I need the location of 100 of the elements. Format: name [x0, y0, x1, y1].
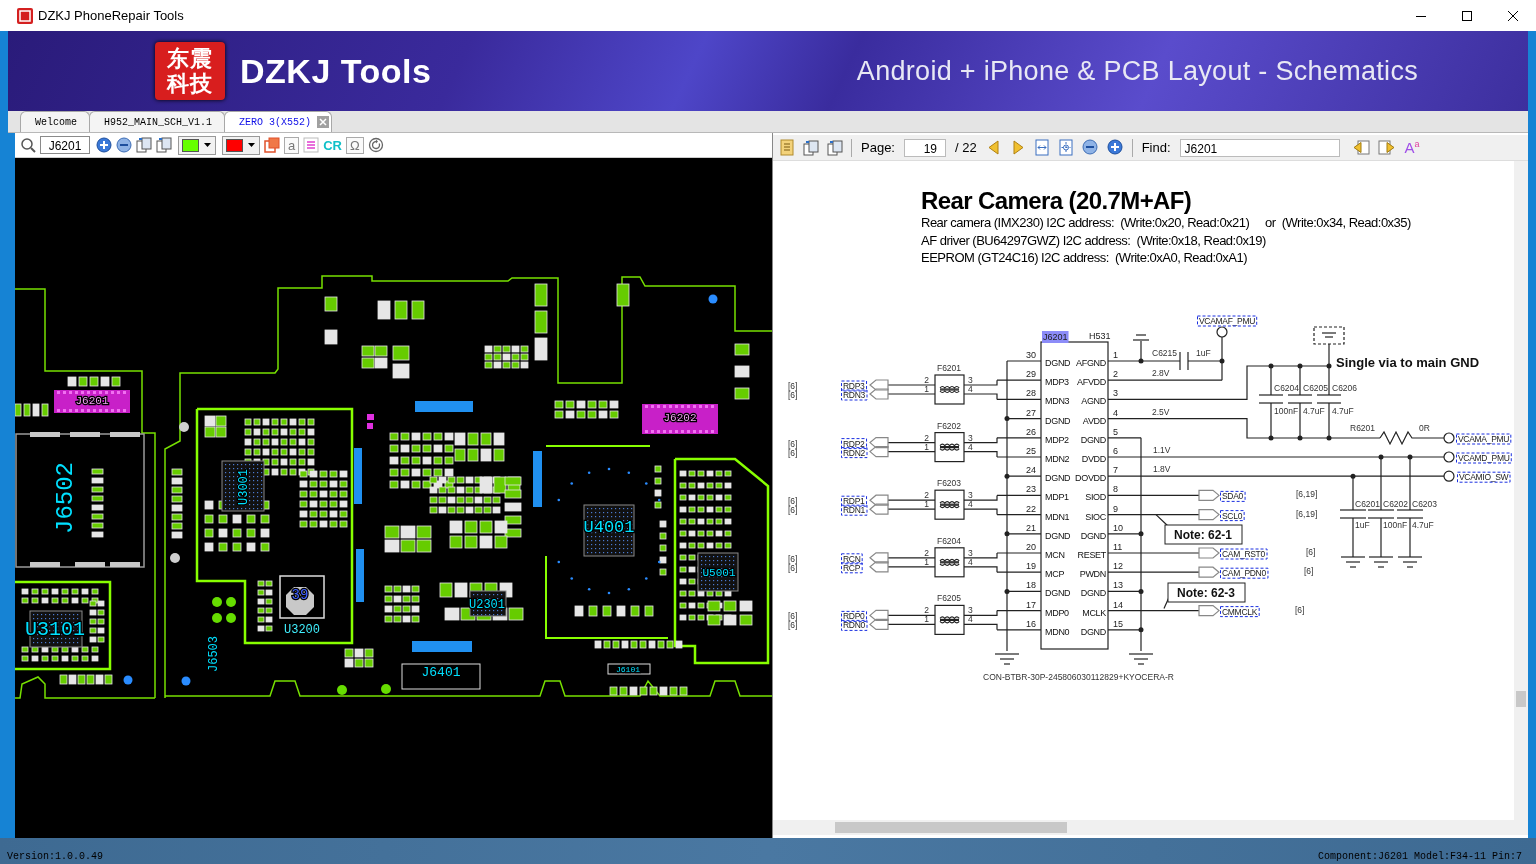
find-next-icon[interactable] — [1377, 139, 1395, 156]
letter-button[interactable]: Ω — [346, 136, 364, 154]
part-reference: F6205 — [936, 593, 962, 604]
pin-name: RESET — [1077, 550, 1106, 560]
fit-width-icon[interactable] — [1033, 139, 1050, 156]
horizontal-scrollbar[interactable] — [773, 820, 1528, 835]
pin-number: 2 — [924, 432, 929, 443]
pin-name: MDP3 — [1045, 377, 1069, 388]
tab[interactable]: Welcome — [20, 111, 90, 132]
pcb-canvas[interactable]: J6201 J6202 J6502 U3001 U4001 U5001 U2301 U3101 39 U3200 J6503 J6401 J6101 — [15, 158, 772, 834]
tab[interactable]: ZERO 3(X552) — [224, 111, 333, 132]
net-label: VCAMAF_PMU — [1197, 315, 1258, 327]
address-note: EEPROM (GT24C16) I2C address: (Write:0xA0, Read:0xA1) — [921, 250, 1248, 265]
pin-number: 3 — [968, 432, 973, 443]
color-picker[interactable] — [222, 135, 260, 155]
sheet-reference: [6] — [788, 611, 798, 622]
fit-page-icon[interactable] — [1057, 139, 1074, 156]
pin-name: MCLK — [1082, 607, 1106, 618]
pin-number: 22 — [1026, 503, 1036, 514]
pin-number: 26 — [1026, 426, 1036, 437]
font-button[interactable]: A$^{a}$ — [1404, 139, 1420, 156]
part-value: 0R — [1419, 423, 1430, 433]
pin-number: 16 — [1026, 618, 1036, 629]
net-label: RDN2 — [841, 447, 868, 459]
component-label[interactable]: J6503 — [207, 636, 221, 672]
pin-number: 24 — [1026, 465, 1036, 476]
note-callout: Note: 62-1 — [1164, 524, 1243, 545]
sheet-reference: [6] — [1295, 604, 1305, 615]
schematic-title: Rear Camera (20.7M+AF) — [921, 187, 1192, 214]
component-label[interactable]: J6502 — [52, 462, 79, 534]
part-reference: F6203 — [936, 478, 962, 489]
letter-button[interactable]: a — [284, 136, 300, 154]
voltage-label: 1.1V — [1153, 445, 1171, 455]
reset-icon[interactable] — [367, 137, 384, 153]
pin-name: DGND — [1080, 434, 1106, 445]
pin-number: 4 — [968, 556, 973, 567]
sheet-reference: [6] — [788, 562, 798, 573]
part-reference: C6205 — [1303, 383, 1329, 393]
net-label: RCN — [841, 553, 863, 565]
color-picker[interactable] — [178, 135, 216, 155]
close-icon[interactable] — [317, 116, 330, 128]
search-icon[interactable] — [20, 137, 36, 153]
part-reference: C6203 — [1412, 499, 1438, 509]
pin-number: 10 — [1113, 522, 1123, 533]
find-field[interactable]: J6201 — [1179, 138, 1340, 157]
pin-number: 4 — [968, 441, 973, 452]
net-label: SCL0 — [1220, 510, 1245, 522]
component-label[interactable]: U3101 — [25, 618, 85, 641]
pin-number: 3 — [968, 605, 973, 616]
net-label: CAM_PDN0 — [1220, 567, 1269, 579]
net-label: RDP2 — [841, 438, 868, 450]
part-reference: J6201 — [1042, 331, 1069, 343]
pin-number: 2 — [924, 375, 929, 385]
document-icon[interactable] — [779, 139, 795, 156]
note-callout: Note: 62-3 — [1167, 582, 1246, 603]
pin-name: MDN3 — [1045, 396, 1070, 407]
pin-name: MDN1 — [1045, 511, 1070, 522]
net-label: RDN0 — [841, 619, 868, 631]
pin-number: 4 — [968, 499, 973, 510]
pin-number: 1 — [1113, 350, 1118, 360]
pin-name: MDN2 — [1045, 454, 1070, 464]
pin-number: 19 — [1026, 561, 1036, 572]
pin-number: 2 — [1113, 369, 1118, 380]
part-reference: C6201 — [1355, 499, 1381, 509]
sheet-reference: [6] — [788, 553, 798, 564]
pages-icon[interactable] — [803, 139, 819, 156]
pin-number: 1 — [924, 556, 929, 567]
pages-icon[interactable] — [827, 139, 843, 156]
pin-number: 30 — [1026, 350, 1036, 360]
zoom-out-icon[interactable] — [1081, 139, 1099, 156]
scrollbar-thumb[interactable] — [1516, 691, 1526, 707]
list-icon[interactable] — [303, 137, 320, 153]
pin-number: 15 — [1113, 618, 1123, 629]
pages-icon[interactable] — [156, 137, 172, 153]
sheet-reference: [6] — [788, 447, 798, 458]
pin-number: 13 — [1113, 580, 1123, 591]
component-label[interactable]: U3200 — [284, 623, 320, 637]
vertical-scrollbar[interactable] — [1514, 161, 1528, 820]
net-label: RDP0 — [841, 610, 868, 622]
pin-number: 20 — [1026, 542, 1036, 552]
scrollbar-thumb[interactable] — [835, 822, 1067, 833]
pin-number: 4 — [1113, 407, 1118, 418]
pin-name: DVDD — [1081, 454, 1106, 464]
layers-icon[interactable] — [264, 137, 280, 153]
pages-icon[interactable] — [136, 137, 152, 153]
search-field[interactable]: J6201 — [40, 136, 90, 154]
pin-number: 1 — [924, 614, 929, 625]
net-label: VCAMA_PMU — [1456, 433, 1512, 445]
zoom-in-icon[interactable] — [96, 137, 112, 153]
pin-name: DGND — [1045, 358, 1071, 368]
tab[interactable]: H952_MAIN_SCH_V1.1 — [89, 111, 226, 132]
pin-name: DGND — [1080, 530, 1106, 541]
zoom-out-icon[interactable] — [116, 137, 132, 153]
zoom-in-icon[interactable] — [1106, 139, 1124, 156]
find-previous-icon[interactable] — [1352, 139, 1370, 156]
toolbar-label: / 22 — [955, 140, 977, 155]
page-number-field[interactable]: 19 — [904, 138, 946, 157]
part-value: 100nF — [1383, 520, 1408, 530]
pin-name: MCN — [1045, 550, 1065, 560]
part-reference: F6204 — [936, 535, 962, 546]
